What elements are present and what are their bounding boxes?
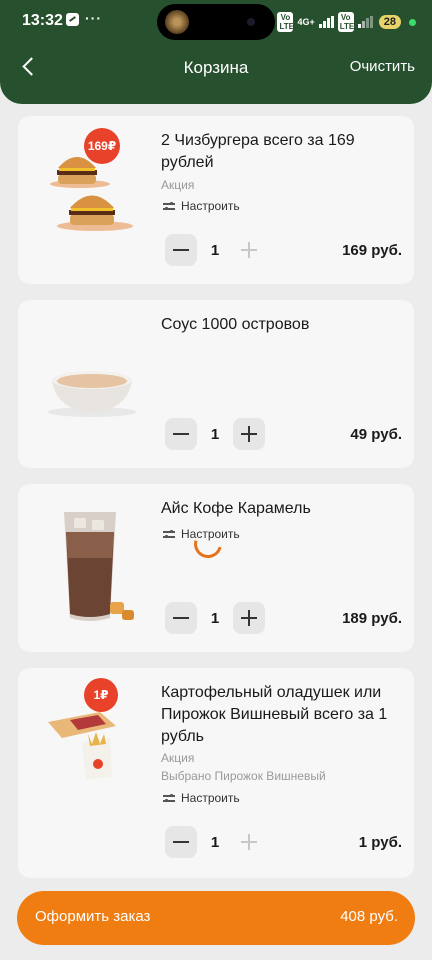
item-name: 2 Чизбургера всего за 169 рублей xyxy=(161,132,355,171)
cart-item: Соус 1000 островов 1 49 руб. xyxy=(18,300,414,468)
decrease-button[interactable] xyxy=(165,826,197,858)
customize-button[interactable]: Настроить xyxy=(163,199,240,213)
quantity-stepper: 1 xyxy=(165,602,265,634)
checkout-label: Оформить заказ xyxy=(35,908,151,925)
promo-price-badge: 1₽ xyxy=(84,678,118,712)
status-bar: 13:32 ··· Vo LTE 4G+ Vo LTE 28 xyxy=(0,0,432,44)
cart-item: 1₽ Картофельный оладушек или Пирожок Виш… xyxy=(18,668,414,878)
decrease-button[interactable] xyxy=(165,602,197,634)
sliders-icon xyxy=(163,201,175,211)
item-name: Картофельный оладушек или Пирожок Вишнев… xyxy=(161,684,388,745)
item-name: Соус 1000 островов xyxy=(161,316,310,333)
quantity-stepper: 1 xyxy=(165,826,265,858)
status-time: 13:32 xyxy=(22,12,63,29)
promo-tag: Акция xyxy=(161,178,195,192)
customize-label: Настроить xyxy=(181,199,240,213)
quantity-stepper: 1 xyxy=(165,418,265,450)
quantity-value: 1 xyxy=(210,609,220,627)
sauce-image xyxy=(40,360,150,420)
promo-tag: Акция xyxy=(161,751,195,765)
volte-icon-2: Vo LTE xyxy=(337,12,355,32)
app-header: 13:32 ··· Vo LTE 4G+ Vo LTE 28 Корзина О… xyxy=(0,0,432,104)
more-notifications-icon: ··· xyxy=(85,9,102,26)
cherry-pie-image xyxy=(40,704,150,784)
customize-button[interactable]: Настроить xyxy=(163,791,240,805)
increase-button[interactable] xyxy=(233,418,265,450)
privacy-dot-icon xyxy=(409,18,416,26)
increase-button[interactable] xyxy=(233,234,265,266)
cart-item: Айс Кофе Карамель Настроить 1 189 руб. xyxy=(18,484,414,652)
camera-icon xyxy=(247,18,255,26)
clear-cart-button[interactable]: Очистить xyxy=(350,58,415,75)
signal-icon xyxy=(318,16,334,28)
decrease-button[interactable] xyxy=(165,418,197,450)
checkout-button[interactable]: Оформить заказ 408 руб. xyxy=(17,891,415,945)
sliders-icon xyxy=(163,529,175,539)
item-price: 189 руб. xyxy=(342,610,402,627)
quantity-value: 1 xyxy=(210,425,220,443)
sliders-icon xyxy=(163,793,175,803)
item-price: 169 руб. xyxy=(342,242,402,259)
selected-option: Выбрано Пирожок Вишневый xyxy=(161,769,326,783)
dynamic-island xyxy=(157,4,275,40)
item-name: Айс Кофе Карамель xyxy=(161,500,311,517)
checkout-total: 408 руб. xyxy=(340,908,398,925)
quantity-stepper: 1 xyxy=(165,234,265,266)
quantity-value: 1 xyxy=(210,833,220,851)
item-price: 1 руб. xyxy=(358,834,402,851)
decrease-button[interactable] xyxy=(165,234,197,266)
item-price: 49 руб. xyxy=(350,426,402,443)
network-type: 4G+ xyxy=(297,17,315,27)
customize-label: Настроить xyxy=(181,791,240,805)
increase-button[interactable] xyxy=(233,826,265,858)
volte-icon: Vo LTE xyxy=(277,12,294,32)
cart-item: 169₽ 2 Чизбургера всего за 169 рублей Ак… xyxy=(18,116,414,284)
notification-icon xyxy=(66,13,79,26)
increase-button[interactable] xyxy=(233,602,265,634)
quantity-value: 1 xyxy=(210,241,220,259)
media-thumbnail-icon xyxy=(165,10,189,34)
iced-coffee-image xyxy=(40,502,150,632)
battery-indicator: 28 xyxy=(378,15,401,29)
promo-price-badge: 169₽ xyxy=(84,128,120,164)
signal-icon-2 xyxy=(357,16,373,28)
